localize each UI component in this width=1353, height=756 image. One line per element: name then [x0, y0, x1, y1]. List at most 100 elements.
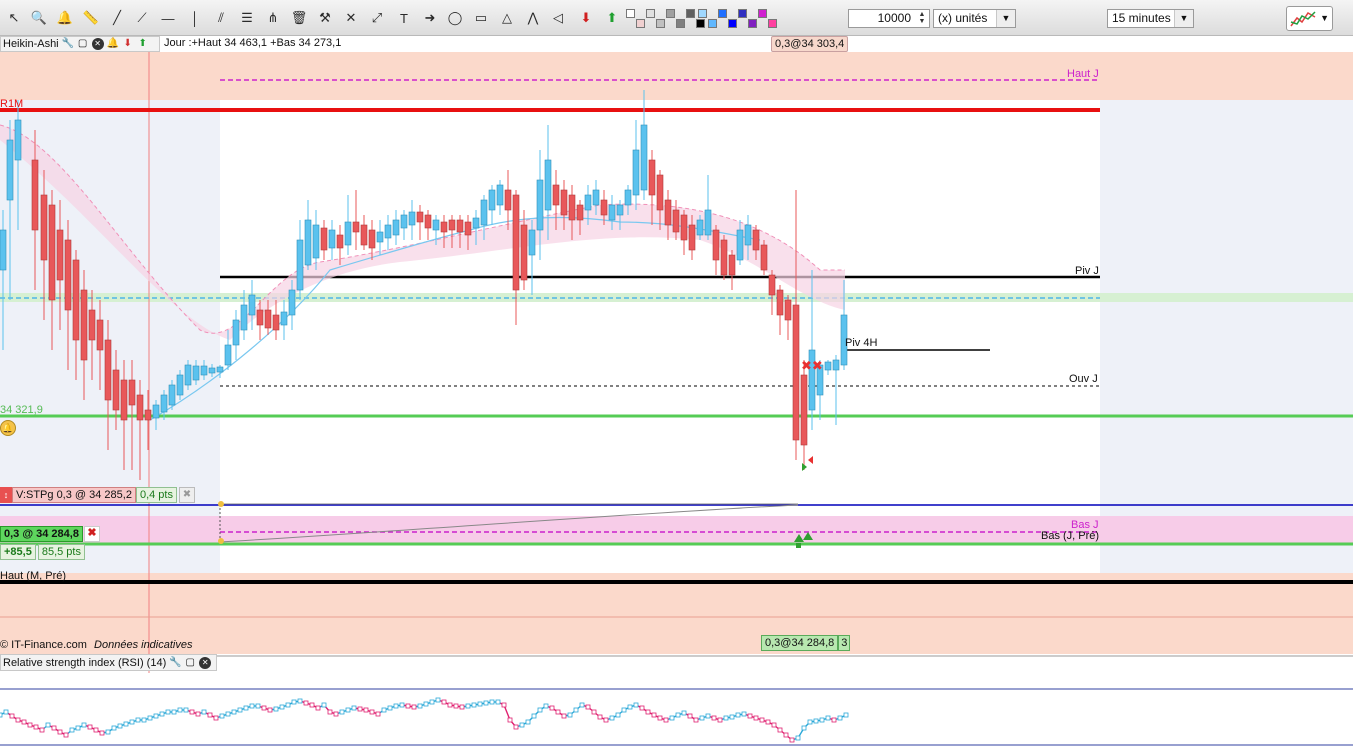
- rsi-point: [639, 705, 645, 711]
- rsi-point: [573, 707, 579, 713]
- disclaimer: Données indicatives: [94, 639, 193, 651]
- bas-j-pre-label: Bas (J, Pré): [1041, 530, 1100, 542]
- rsi-point: [273, 706, 279, 712]
- rsi-point: [147, 715, 153, 721]
- bullish-candle: [248, 294, 256, 316]
- bearish-candle: [360, 224, 368, 246]
- bearish-candle: [368, 229, 376, 249]
- bearish-candle: [504, 189, 512, 211]
- alert-bell-icon[interactable]: 🔔: [0, 420, 16, 436]
- bearish-candle: [320, 227, 328, 251]
- rsi-point: [471, 702, 477, 708]
- bullish-candle: [400, 214, 408, 229]
- rsi-point: [549, 705, 555, 711]
- arrow-down-icon[interactable]: ⬇: [122, 38, 134, 50]
- position-anchor: [218, 538, 224, 544]
- rsi-point: [753, 715, 759, 721]
- rsi-point: [567, 712, 573, 718]
- bearish-candle: [72, 259, 80, 341]
- bullish-candle: [216, 366, 224, 373]
- rsi-point: [189, 709, 195, 715]
- ouv-j-label: Ouv J: [1069, 373, 1098, 385]
- bullish-candle: [280, 311, 288, 326]
- rsi-point: [135, 717, 141, 723]
- wrench-icon[interactable]: 🔧: [169, 657, 181, 669]
- bearish-candle: [48, 204, 56, 301]
- rsi-point: [39, 727, 45, 733]
- arrow-up-icon[interactable]: ⬆: [137, 38, 149, 50]
- rsi-point: [495, 699, 501, 705]
- close-icon[interactable]: ✖: [178, 487, 195, 503]
- bearish-candle: [576, 204, 584, 221]
- rsi-point: [537, 707, 543, 713]
- bullish-candle: [632, 149, 640, 196]
- bas-zone: [0, 516, 1353, 544]
- bearish-candle: [424, 214, 432, 229]
- rsi-point: [597, 714, 603, 720]
- bullish-candle: [232, 319, 240, 346]
- bearish-candle: [456, 219, 464, 233]
- bottom-badge-extra: 3: [838, 635, 851, 651]
- bell-icon[interactable]: 🔔: [107, 38, 119, 50]
- rsi-point: [387, 705, 393, 711]
- bearish-candle: [552, 184, 560, 206]
- price-chart[interactable]: ✖✖: [0, 0, 1353, 756]
- rsi-point: [309, 702, 315, 708]
- bearish-candle: [688, 224, 696, 251]
- bullish-candle: [184, 364, 192, 386]
- credit-text: © IT-Finance.com Données indicatives: [0, 639, 192, 651]
- bearish-candle: [256, 309, 264, 326]
- rsi-point: [837, 715, 843, 721]
- rsi-point: [231, 709, 237, 715]
- bearish-candle: [768, 274, 776, 296]
- stop-order[interactable]: ↕ V:STPg 0,3 @ 34 285,2 0,4 pts ✖: [0, 487, 195, 503]
- window-icon[interactable]: ▢: [184, 657, 196, 669]
- rsi-point: [819, 717, 825, 723]
- close-icon[interactable]: ✕: [199, 656, 212, 669]
- bullish-candle: [6, 139, 14, 201]
- bullish-candle: [240, 304, 248, 331]
- bullish-candle: [296, 239, 304, 291]
- rsi-point: [243, 705, 249, 711]
- bearish-candle: [760, 244, 768, 271]
- rsi-point: [501, 702, 507, 708]
- bottom-price-badge: 0,3@34 284,8 3: [761, 635, 851, 651]
- bullish-candle: [408, 211, 416, 226]
- rsi-point: [183, 707, 189, 713]
- bearish-candle: [440, 221, 448, 233]
- rsi-point: [627, 704, 633, 710]
- position-handle: [796, 543, 801, 548]
- day-info: Jour :+Haut 34 463,1 +Bas 34 273,1: [164, 37, 342, 49]
- bullish-candle: [608, 204, 616, 221]
- rsi-point: [717, 717, 723, 723]
- close-icon[interactable]: ✖: [83, 526, 100, 542]
- rsi-point: [825, 715, 831, 721]
- rsi-point: [399, 702, 405, 708]
- stop-order-info: V:STPg 0,3 @ 34 285,2: [12, 487, 136, 503]
- rsi-point: [15, 717, 21, 723]
- window-icon[interactable]: ▢: [77, 38, 89, 50]
- bearish-candle: [336, 234, 344, 249]
- position-order[interactable]: 0,3 @ 34 284,8 ✖: [0, 526, 100, 542]
- rsi-point: [807, 719, 813, 725]
- bearish-candle: [712, 229, 720, 261]
- bullish-candle: [208, 367, 216, 374]
- rsi-point: [645, 709, 651, 715]
- rsi-point: [279, 704, 285, 710]
- bullish-candle: [344, 221, 352, 246]
- bearish-candle: [448, 219, 456, 231]
- rsi-point: [117, 723, 123, 729]
- bullish-candle: [14, 119, 22, 161]
- rsi-point: [705, 713, 711, 719]
- rsi-point: [303, 700, 309, 706]
- lower-salmon-zone: [0, 573, 1353, 654]
- close-icon[interactable]: ✕: [91, 38, 104, 50]
- bullish-candle: [192, 365, 200, 381]
- bearish-candle: [792, 304, 800, 441]
- rsi-point: [141, 717, 147, 723]
- wrench-icon[interactable]: 🔧: [62, 38, 74, 50]
- rsi-point: [261, 705, 267, 711]
- bullish-candle: [640, 124, 648, 191]
- drag-handle-icon[interactable]: ↕: [0, 487, 12, 503]
- rsi-point: [255, 703, 261, 709]
